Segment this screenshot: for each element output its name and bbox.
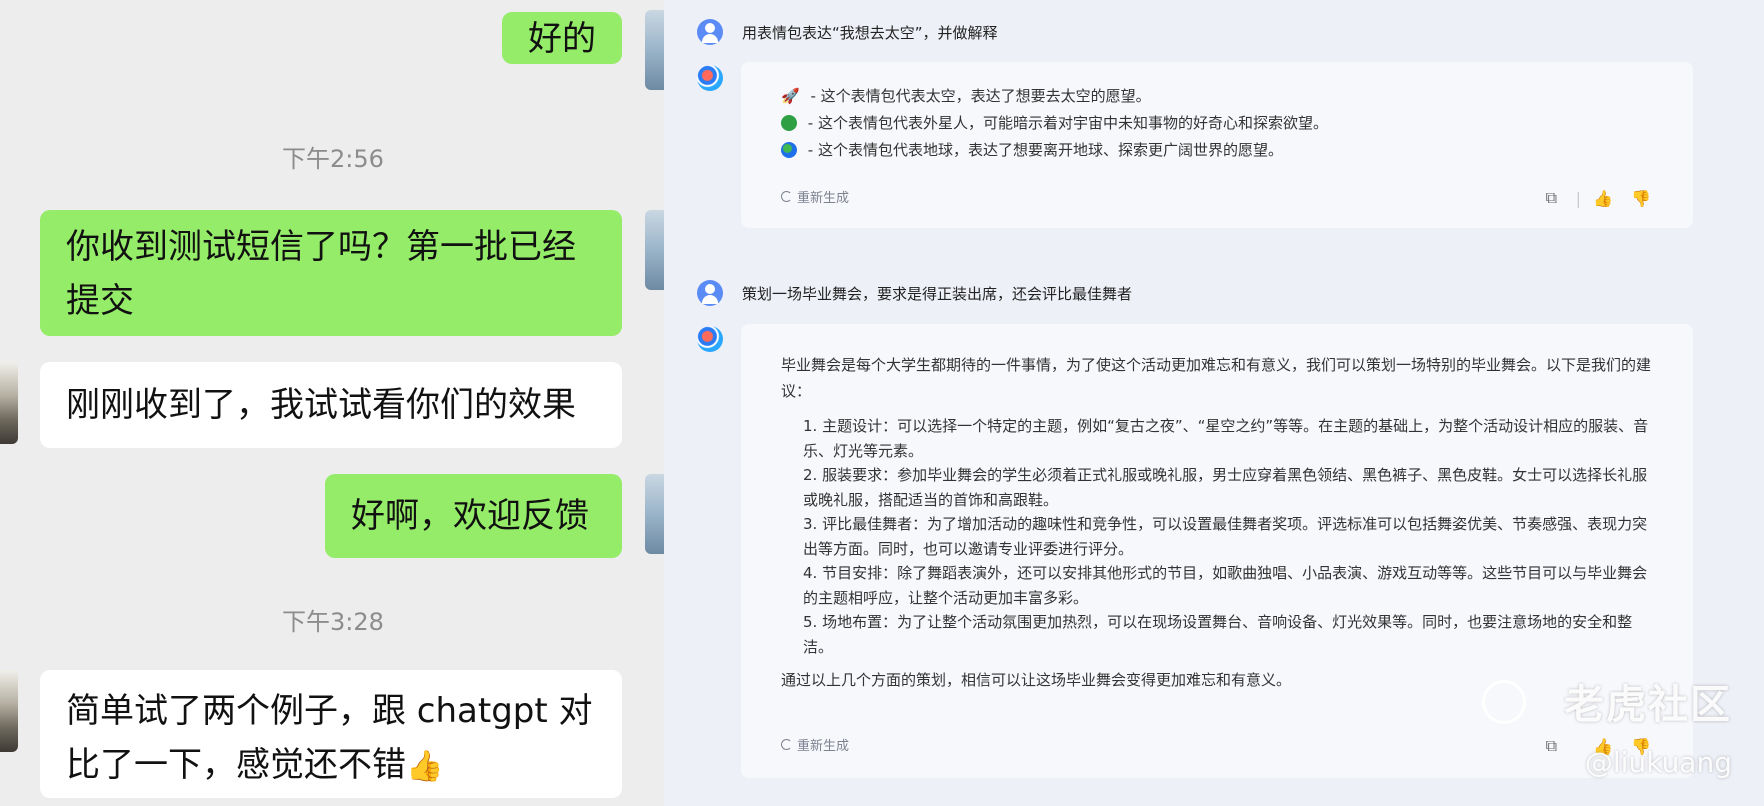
answer-line: - 这个表情包代表外星人，可能暗示着对宇宙中未知事物的好奇心和探索欲望。 [781, 110, 1653, 137]
sent-message-1[interactable]: 好的 [502, 12, 622, 64]
my-avatar[interactable] [645, 210, 664, 290]
user-question-2: 策划一场毕业舞会，要求是得正装出席，还会评比最佳舞者 [742, 285, 1133, 303]
refresh-icon [781, 739, 792, 750]
rocket-icon: 🚀 [781, 87, 800, 105]
list-item: 4. 节目安排：除了舞蹈表演外，还可以安排其他形式的节目，如歌曲独唱、小品表演、… [803, 564, 1648, 607]
copy-icon[interactable]: ⧉ [1546, 736, 1557, 756]
timestamp-1: 下午2:56 [282, 145, 384, 173]
my-avatar[interactable] [645, 10, 664, 90]
regenerate-button[interactable]: 重新生成 [781, 735, 849, 754]
list-item: 2. 服装要求：参加毕业舞会的学生必须着正式礼服或晚礼服，男士应穿着黑色领结、黑… [803, 466, 1648, 509]
user-avatar-icon [697, 280, 723, 306]
divider: | [1575, 189, 1581, 208]
answer-line: 🚀 - 这个表情包代表太空，表达了想要去太空的愿望。 [781, 83, 1653, 110]
message-text: 简单试了两个例子，跟 chatgpt 对比了一下，感觉还不错 [66, 691, 593, 785]
answer-card-2: 毕业舞会是每个大学生都期待的一件事情，为了使这个活动更加难忘和有意义，我们可以策… [741, 324, 1693, 778]
bot-avatar-icon [697, 326, 723, 352]
regenerate-label: 重新生成 [797, 739, 850, 754]
list-item: 5. 场地布置：为了让整个活动氛围更加热烈，可以在现场设置舞台、音响设备、灯光效… [803, 613, 1633, 656]
refresh-icon [781, 191, 792, 202]
user-avatar-icon [697, 19, 723, 45]
copy-icon[interactable]: ⧉ [1546, 188, 1557, 208]
message-text: 刚刚收到了，我试试看你们的效果 [66, 385, 576, 425]
message-text: 好啊，欢迎反馈 [351, 496, 589, 536]
my-avatar[interactable] [645, 474, 664, 554]
thumbs-up-icon[interactable]: 👍 [1593, 189, 1613, 208]
answer-list: 1. 主题设计：可以选择一个特定的主题，例如“复古之夜”、“星空之约”等等。在主… [781, 414, 1653, 659]
received-message-2[interactable]: 简单试了两个例子，跟 chatgpt 对比了一下，感觉还不错👍 [40, 670, 622, 798]
timestamp-2: 下午3:28 [282, 608, 384, 636]
answer-card-1: 🚀 - 这个表情包代表太空，表达了想要去太空的愿望。 - 这个表情包代表外星人，… [741, 62, 1693, 228]
sent-message-2[interactable]: 你收到测试短信了吗？第一批已经提交 [40, 210, 622, 336]
watermark-brand: 老虎社区 [1564, 682, 1732, 728]
answer-line: - 这个表情包代表地球，表达了想要离开地球、探索更广阔世界的愿望。 [781, 137, 1653, 164]
alien-icon [781, 115, 797, 131]
regenerate-label: 重新生成 [797, 191, 850, 206]
sent-message-3[interactable]: 好啊，欢迎反馈 [325, 474, 622, 558]
answer-text: - 这个表情包代表地球，表达了想要离开地球、探索更广阔世界的愿望。 [803, 141, 1283, 159]
globe-icon [781, 142, 797, 158]
answer-text: - 这个表情包代表太空，表达了想要去太空的愿望。 [805, 87, 1151, 105]
list-item: 3. 评比最佳舞者：为了增加活动的趣味性和竞争性，可以设置最佳舞者奖项。评选标准… [803, 515, 1648, 558]
answer-text: - 这个表情包代表外星人，可能暗示着对宇宙中未知事物的好奇心和探索欲望。 [803, 114, 1328, 132]
watermark-handle: @liukuang [1584, 746, 1732, 779]
message-text: 好的 [528, 19, 596, 59]
ai-chat-panel: 用表情包表达“我想去太空”，并做解释 🚀 - 这个表情包代表太空，表达了想要去太… [664, 0, 1764, 806]
message-text: 你收到测试短信了吗？第一批已经提交 [66, 227, 576, 321]
thumbs-down-icon[interactable]: 👎 [1631, 189, 1651, 208]
thumbs-up-emoji: 👍 [406, 749, 444, 784]
regenerate-button[interactable]: 重新生成 [781, 187, 849, 206]
contact-avatar[interactable] [0, 362, 18, 444]
contact-avatar[interactable] [0, 670, 18, 752]
received-message-1[interactable]: 刚刚收到了，我试试看你们的效果 [40, 362, 622, 448]
phone-chat-panel: 好的 下午2:56 你收到测试短信了吗？第一批已经提交 刚刚收到了，我试试看你们… [0, 0, 664, 806]
bot-avatar-icon [697, 65, 723, 91]
answer-intro: 毕业舞会是每个大学生都期待的一件事情，为了使这个活动更加难忘和有意义，我们可以策… [781, 356, 1652, 400]
list-item: 1. 主题设计：可以选择一个特定的主题，例如“复古之夜”、“星空之约”等等。在主… [803, 417, 1649, 460]
user-question-1: 用表情包表达“我想去太空”，并做解释 [742, 24, 998, 42]
tiger-community-logo [1482, 680, 1526, 724]
